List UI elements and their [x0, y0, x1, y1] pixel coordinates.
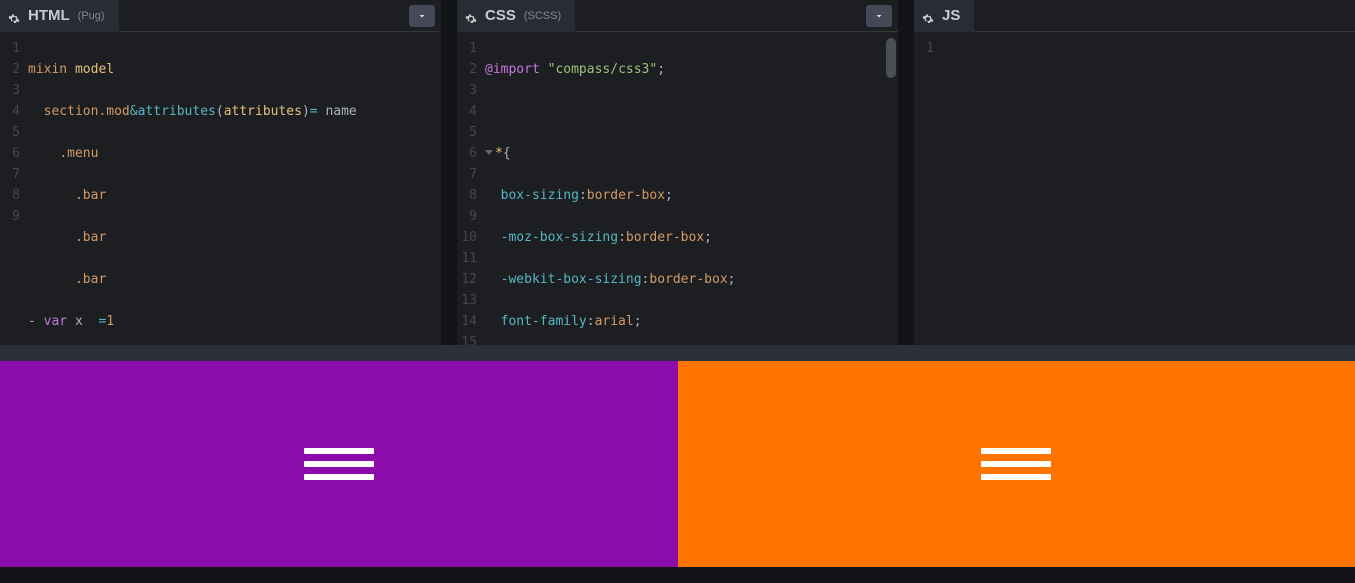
html-panel-title-wrap[interactable]: HTML (Pug)	[0, 0, 119, 32]
html-gutter: 123456789	[0, 38, 28, 345]
preview-model-2	[678, 361, 1355, 567]
js-editor[interactable]: 1	[914, 32, 1355, 345]
css-panel-title-wrap[interactable]: CSS (SCSS)	[457, 0, 575, 32]
html-panel-header: HTML (Pug)	[0, 0, 441, 32]
css-panel-title: CSS	[485, 7, 516, 24]
js-panel-title-wrap[interactable]: JS	[914, 0, 974, 32]
css-panel: CSS (SCSS) 123456789101112131415 @import…	[457, 0, 898, 345]
html-panel: HTML (Pug) 123456789 mixin model section…	[0, 0, 441, 345]
html-panel-dropdown[interactable]	[409, 5, 435, 27]
html-panel-sub: (Pug)	[78, 10, 105, 22]
gear-icon[interactable]	[8, 10, 20, 22]
menu-bar	[981, 474, 1051, 480]
css-editor[interactable]: 123456789101112131415 @import "compass/c…	[457, 32, 898, 345]
gear-icon[interactable]	[465, 10, 477, 22]
css-code[interactable]: @import "compass/css3"; *{ box-sizing:bo…	[485, 38, 898, 345]
css-scrollbar[interactable]	[886, 38, 896, 78]
menu-bar	[304, 474, 374, 480]
html-panel-title: HTML	[28, 7, 70, 24]
preview-pane	[0, 345, 1355, 567]
js-gutter: 1	[914, 38, 942, 345]
css-gutter: 123456789101112131415	[457, 38, 485, 345]
js-panel-header: JS	[914, 0, 1355, 32]
chevron-down-icon	[416, 10, 428, 22]
menu-bar	[304, 448, 374, 454]
gear-icon[interactable]	[922, 10, 934, 22]
js-panel: JS 1	[914, 0, 1355, 345]
menu-bar	[981, 448, 1051, 454]
menu-bar	[981, 461, 1051, 467]
menu-bar	[304, 461, 374, 467]
preview-model-1	[0, 361, 678, 567]
css-panel-header: CSS (SCSS)	[457, 0, 898, 32]
editor-row: HTML (Pug) 123456789 mixin model section…	[0, 0, 1355, 345]
hamburger-menu-icon[interactable]	[304, 441, 374, 487]
html-code[interactable]: mixin model section.mod&attributes(attri…	[28, 38, 441, 345]
js-code[interactable]	[942, 38, 1355, 345]
css-panel-dropdown[interactable]	[866, 5, 892, 27]
css-panel-sub: (SCSS)	[524, 10, 561, 22]
chevron-down-icon	[873, 10, 885, 22]
hamburger-menu-icon[interactable]	[981, 441, 1051, 487]
js-panel-title: JS	[942, 7, 960, 24]
html-editor[interactable]: 123456789 mixin model section.mod&attrib…	[0, 32, 441, 345]
